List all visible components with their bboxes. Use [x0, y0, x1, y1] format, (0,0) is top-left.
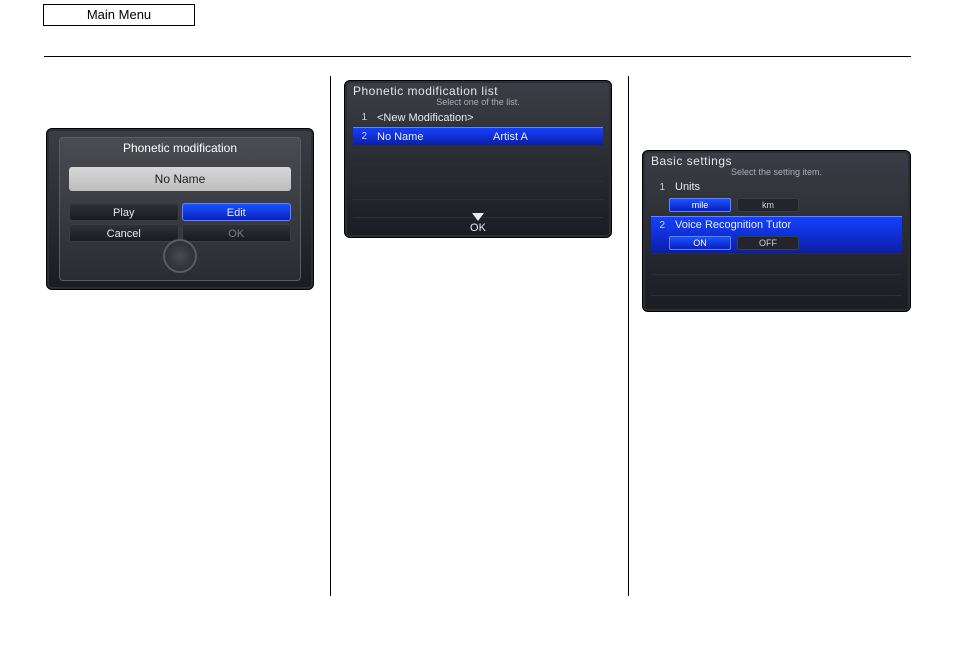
divider-horizontal — [44, 56, 911, 57]
main-menu-button[interactable]: Main Menu — [43, 4, 195, 26]
screenshot-basic-settings: Basic settings Select the setting item. … — [642, 150, 911, 312]
units-km[interactable]: km — [737, 198, 799, 212]
row-number: 2 — [353, 131, 371, 142]
list-item — [353, 164, 603, 182]
screen-subtitle: Select the setting item. — [643, 167, 910, 177]
list-item — [651, 275, 902, 296]
row-left: No Name — [371, 131, 487, 143]
divider-vertical — [330, 76, 331, 596]
row-left: <New Modification> — [371, 112, 487, 124]
chevron-down-icon — [472, 213, 484, 221]
edit-button[interactable]: Edit — [182, 203, 292, 221]
ok-indicator[interactable]: OK — [345, 213, 611, 234]
list-item — [353, 182, 603, 200]
list-item[interactable]: 2 No Name Artist A — [353, 127, 603, 146]
list-item[interactable]: 1 <New Modification> — [353, 109, 603, 127]
row-number: 1 — [651, 182, 669, 193]
voice-tutor-toggle: ON OFF — [651, 233, 902, 250]
phonetic-modification-popup: Phonetic modification No Name Play Edit … — [59, 137, 301, 281]
list-item — [651, 254, 902, 275]
dial-icon — [163, 239, 197, 273]
popup-buttons: Play Edit Cancel OK — [69, 203, 291, 242]
screen-title: Phonetic modification list — [345, 81, 611, 98]
screen-title: Basic settings — [643, 151, 910, 168]
row-number: 2 — [651, 220, 669, 231]
settings-item-units[interactable]: 1 Units mile km — [651, 179, 902, 216]
ok-label: OK — [470, 222, 486, 234]
units-toggle: mile km — [651, 195, 902, 212]
modification-list: 1 <New Modification> 2 No Name Artist A — [353, 109, 603, 218]
screen-subtitle: Select one of the list. — [345, 97, 611, 107]
divider-vertical — [628, 76, 629, 596]
setting-label: Voice Recognition Tutor — [669, 219, 791, 231]
ok-button[interactable]: OK — [182, 224, 292, 242]
voice-tutor-off[interactable]: OFF — [737, 236, 799, 250]
columns: Phonetic modification No Name Play Edit … — [44, 76, 911, 596]
settings-list: 1 Units mile km 2 Voice Recognition Tuto… — [651, 179, 902, 312]
play-button[interactable]: Play — [69, 203, 179, 221]
units-mile[interactable]: mile — [669, 198, 731, 212]
screenshot-phonetic-modification-list: Phonetic modification list Select one of… — [344, 80, 612, 238]
voice-tutor-on[interactable]: ON — [669, 236, 731, 250]
row-right: Artist A — [487, 131, 603, 143]
popup-title: Phonetic modification — [59, 137, 301, 161]
setting-label: Units — [669, 181, 700, 193]
screenshot-phonetic-modification: Phonetic modification No Name Play Edit … — [46, 128, 314, 290]
cancel-button[interactable]: Cancel — [69, 224, 179, 242]
page-root: Main Menu Phonetic modification No Name … — [0, 0, 954, 652]
settings-item-voice-tutor[interactable]: 2 Voice Recognition Tutor ON OFF — [651, 216, 902, 254]
list-item — [353, 146, 603, 164]
name-field[interactable]: No Name — [69, 167, 291, 191]
row-number: 1 — [353, 112, 371, 123]
list-item — [651, 296, 902, 312]
